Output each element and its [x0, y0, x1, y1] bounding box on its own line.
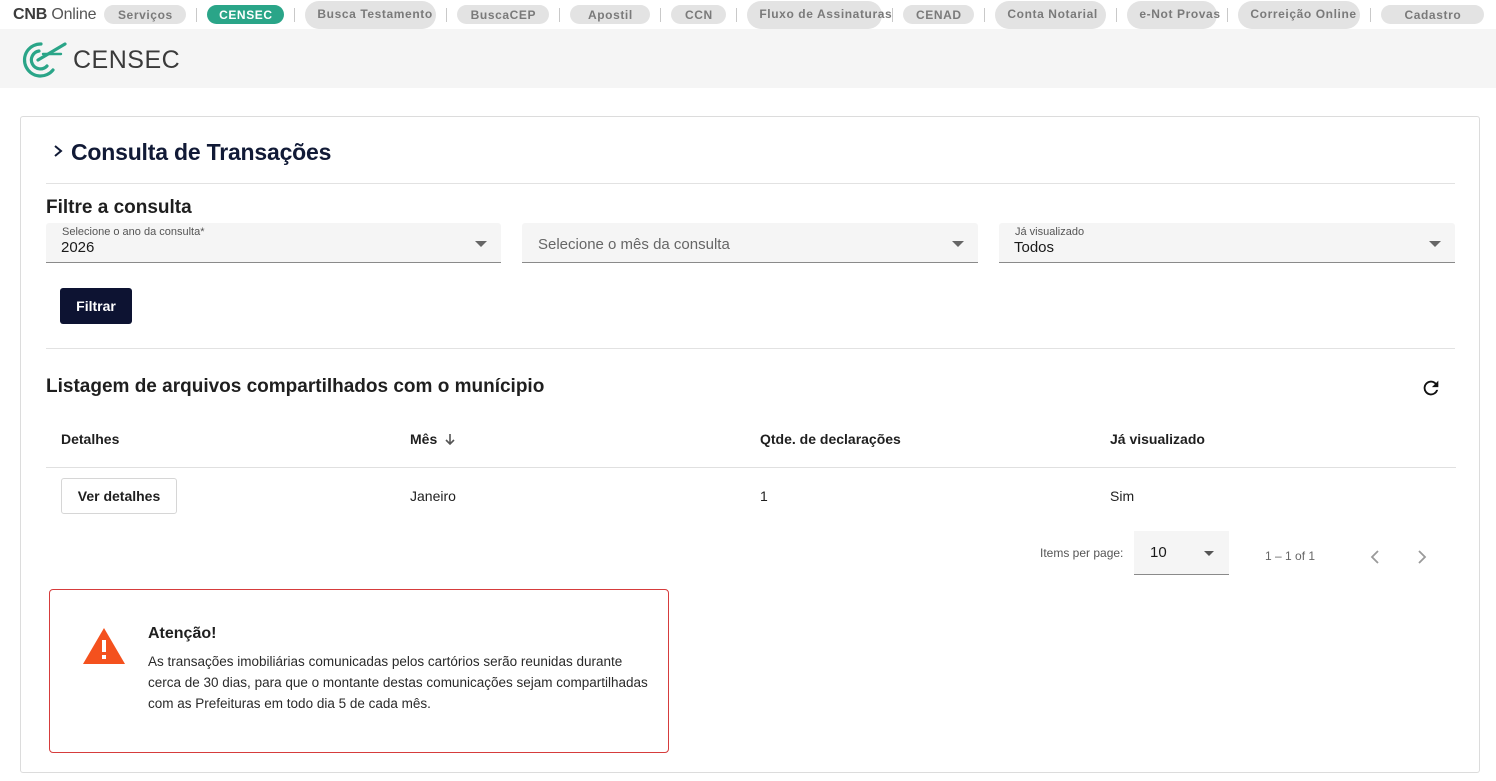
nav-pill-fluxo-assinaturas[interactable]: Fluxo de Assinaturas [747, 0, 892, 29]
next-page-button[interactable] [1410, 545, 1434, 569]
viewed-select-value: Todos [1014, 239, 1055, 256]
column-header-detalhes: Detalhes [61, 431, 120, 447]
logo-text: CENSEC [73, 45, 181, 74]
column-header-mes-label: Mês [410, 431, 438, 447]
chevron-left-icon [1370, 550, 1379, 564]
column-header-mes[interactable]: Mês [410, 431, 457, 447]
nav-pill-enot-provas[interactable]: e-Not Provas [1127, 0, 1220, 29]
nav-separator [660, 7, 662, 22]
dropdown-caret-icon [1204, 551, 1214, 556]
chevron-right-icon [1418, 550, 1427, 564]
nav-separator [446, 7, 448, 22]
alert-text: As transações imobiliárias comunicadas p… [148, 654, 648, 711]
year-select-value: 2026 [61, 239, 95, 256]
page-title-text: Consulta de Transações [71, 139, 332, 165]
ver-detalhes-button[interactable]: Ver detalhes [61, 478, 177, 514]
viewed-select[interactable]: Já visualizado Todos [999, 223, 1455, 263]
nav-separator [294, 7, 296, 22]
list-section-title: Listagem de arquivos compartilhados com … [46, 376, 545, 397]
nav-pill-cadastro[interactable]: Cadastro [1381, 5, 1485, 24]
nav-pill-ccn[interactable]: CCN [671, 5, 727, 24]
filter-divider [46, 348, 1455, 349]
nav-pill-apostil[interactable]: Apostil [570, 5, 651, 24]
app-header: CENSEC [0, 29, 1496, 88]
nav-pill-censec[interactable]: CENSEC [207, 5, 285, 24]
nav-separator [1370, 7, 1372, 22]
nav-separator [984, 7, 986, 22]
nav-separator [559, 7, 561, 22]
page-title: Consulta de Transações [53, 139, 331, 166]
column-header-ja-visualizado: Já visualizado [1110, 431, 1205, 447]
cnb-online-brand[interactable]: CNB Online [13, 6, 97, 24]
attention-alert: Atenção! As transações imobiliárias comu… [49, 589, 669, 753]
nav-separator [1227, 7, 1229, 22]
nav-separator [196, 7, 198, 22]
alert-title: Atenção! [148, 625, 217, 642]
top-navigation-bar: CNB Online Serviços CENSEC Busca Testame… [0, 0, 1496, 29]
refresh-icon[interactable] [1420, 377, 1442, 399]
nav-pill-servicos[interactable]: Serviços [104, 5, 187, 24]
previous-page-button[interactable] [1363, 545, 1387, 569]
nav-separator [1116, 7, 1118, 22]
column-header-qtde: Qtde. de declarações [760, 431, 901, 447]
main-card: Consulta de Transações Filtre a consulta… [20, 116, 1480, 773]
chevron-right-icon [53, 142, 63, 163]
nav-pill-cenad[interactable]: CENAD [903, 5, 975, 24]
table-cell-viewed: Sim [1110, 488, 1135, 504]
items-per-page-value: 10 [1150, 544, 1167, 561]
items-per-page-label: Items per page: [1040, 546, 1124, 560]
table-cell-month: Janeiro [410, 488, 456, 504]
nav-pill-correicao-online[interactable]: Correição Online [1238, 0, 1361, 29]
year-select-label: Selecione o ano da consulta* [62, 226, 205, 238]
table-cell-count: 1 [760, 488, 768, 504]
viewed-select-label: Já visualizado [1015, 226, 1085, 238]
dropdown-caret-icon [1429, 241, 1441, 247]
nav-pill-buscacep[interactable]: BuscaCEP [457, 5, 550, 24]
month-select[interactable]: Selecione o mês da consulta [522, 223, 978, 263]
arrow-down-icon [445, 434, 455, 446]
dropdown-caret-icon [475, 241, 487, 247]
nav-pill-conta-notarial[interactable]: Conta Notarial [995, 0, 1107, 29]
warning-icon [83, 628, 125, 664]
filter-section-title: Filtre a consulta [46, 197, 192, 218]
year-select[interactable]: Selecione o ano da consulta* 2026 [46, 223, 501, 263]
nav-separator [736, 7, 738, 22]
nav-separator [892, 7, 894, 22]
dropdown-caret-icon [952, 241, 964, 247]
month-select-placeholder: Selecione o mês da consulta [538, 236, 730, 253]
pagination-range: 1 – 1 of 1 [1265, 549, 1316, 563]
nav-pill-busca-testamento[interactable]: Busca Testamento [305, 0, 437, 29]
table-header-divider [46, 467, 1456, 468]
filter-button[interactable]: Filtrar [60, 288, 132, 324]
censec-logo[interactable]: CENSEC [17, 40, 180, 80]
censec-logo-icon [22, 42, 67, 78]
title-divider [46, 183, 1455, 184]
items-per-page-select[interactable]: 10 [1134, 531, 1229, 575]
